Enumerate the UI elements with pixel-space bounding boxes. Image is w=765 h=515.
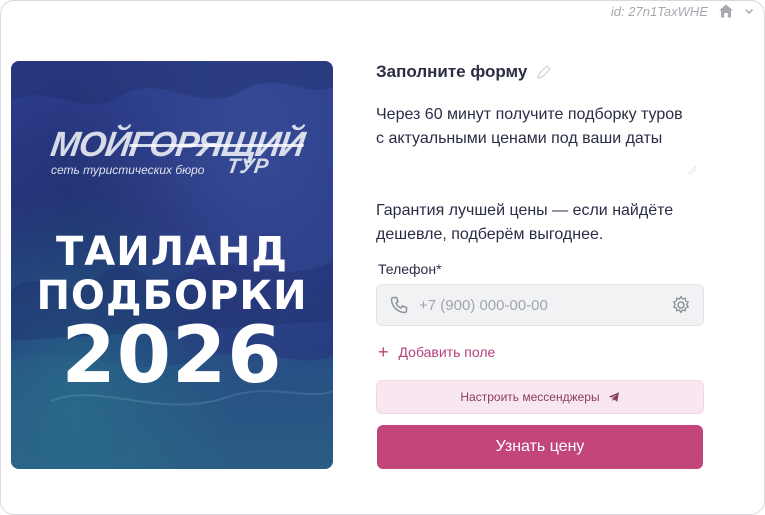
banner-year: 2026 — [61, 311, 283, 401]
logo-word-1: МОЙ — [48, 125, 133, 164]
widget-id-text: id: 27n1TaxWHE — [610, 3, 708, 19]
form-title: Заполните форму — [376, 61, 704, 83]
phone-field[interactable] — [376, 284, 704, 326]
lead-form: Заполните форму Через 60 минут получите … — [376, 61, 704, 469]
promo-banner: МОЙГОРЯЩИЙ ТУР сеть туристических бюро Т… — [11, 61, 333, 469]
form-description: Через 60 минут получите подборку туров с… — [376, 106, 683, 147]
phone-icon — [390, 296, 408, 314]
configure-messengers-button[interactable]: Настроить мессенджеры — [376, 380, 704, 414]
phone-label: Телефон* — [378, 261, 442, 277]
logo-word-3: ТУР — [225, 155, 270, 178]
add-field-label: Добавить поле — [398, 344, 496, 360]
topbar: id: 27n1TaxWHE — [611, 1, 754, 21]
logo-word-2: ГОРЯЩИЙ — [126, 125, 307, 164]
logo-tagline: сеть туристических бюро — [51, 163, 205, 177]
sparkle-icon — [687, 165, 698, 176]
banner-headline-1: ТАИЛАНД — [56, 229, 288, 275]
widget-frame: id: 27n1TaxWHE МОЙГОРЯЩИЙ ТУР сеть турис… — [0, 0, 765, 515]
telegram-icon — [608, 392, 619, 402]
form-title-text: Заполните форму — [376, 62, 528, 81]
chevron-down-icon[interactable] — [744, 6, 754, 16]
pencil-icon[interactable] — [535, 63, 553, 81]
plus-icon: + — [378, 342, 389, 362]
price-guarantee-text: Гарантия лучшей цены — если найдёте деше… — [376, 202, 674, 243]
get-price-button[interactable]: Узнать цену — [377, 425, 703, 469]
gear-icon[interactable] — [671, 295, 691, 315]
messengers-label: Настроить мессенджеры — [460, 390, 600, 404]
phone-input[interactable] — [419, 296, 671, 314]
brand-logo: МОЙГОРЯЩИЙ ТУР сеть туристических бюро — [48, 125, 306, 178]
home-icon[interactable] — [718, 3, 734, 19]
add-field-button[interactable]: + Добавить поле — [378, 342, 496, 362]
